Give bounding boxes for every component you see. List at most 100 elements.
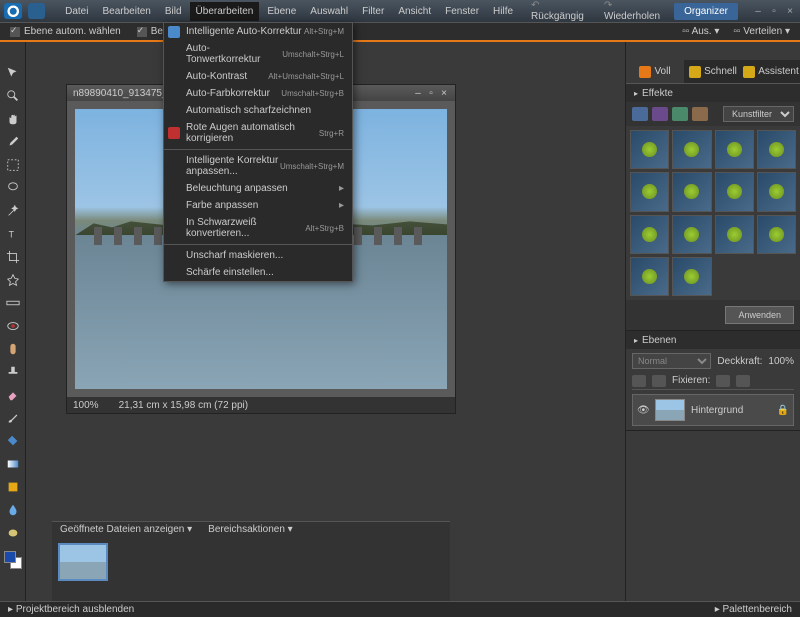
menu-item[interactable]: Rote Augen automatisch korrigierenStrg+R — [164, 119, 352, 147]
layer-mask-icon[interactable] — [652, 375, 666, 387]
close-button[interactable]: × — [784, 6, 796, 17]
palette-area-button[interactable]: ▸ Palettenbereich — [715, 604, 792, 615]
menu-ansicht[interactable]: Ansicht — [392, 2, 437, 21]
effect-thumbnail[interactable] — [672, 172, 711, 211]
effects-category-icon[interactable] — [672, 107, 688, 121]
menu-fenster[interactable]: Fenster — [439, 2, 485, 21]
maximize-button[interactable]: ▫ — [768, 6, 780, 17]
menu-item[interactable]: Automatisch scharfzeichnen — [164, 102, 352, 119]
menu-datei[interactable]: Datei — [59, 2, 94, 21]
align-dropdown[interactable]: ▫▫ Aus. ▾ — [682, 26, 719, 37]
menu-item[interactable]: Auto-KontrastAlt+Umschalt+Strg+L — [164, 68, 352, 85]
effect-thumbnail[interactable] — [757, 130, 796, 169]
effect-thumbnail[interactable] — [672, 130, 711, 169]
new-layer-icon[interactable] — [632, 375, 646, 387]
bin-thumbnail[interactable] — [58, 543, 108, 581]
effect-thumbnail[interactable] — [630, 172, 669, 211]
shape-tool-icon[interactable] — [4, 478, 22, 496]
wand-tool-icon[interactable] — [4, 202, 22, 220]
effect-thumbnail[interactable] — [715, 172, 754, 211]
hide-bin-button[interactable]: ▸ Projektbereich ausblenden — [8, 604, 134, 615]
layer-thumbnail[interactable] — [655, 399, 685, 421]
distribute-dropdown[interactable]: ▫▫ Verteilen ▾ — [733, 26, 790, 37]
layer-name[interactable]: Hintergrund — [691, 405, 743, 416]
effects-filter-select[interactable]: Kunstfilter — [723, 106, 794, 122]
marquee-tool-icon[interactable] — [4, 156, 22, 174]
menu-item[interactable]: Beleuchtung anpassen▸ — [164, 180, 352, 197]
type-tool-icon[interactable]: T — [4, 225, 22, 243]
zoom-level[interactable]: 100% — [73, 400, 99, 411]
menu-auswahl[interactable]: Auswahl — [304, 2, 354, 21]
effects-category-icon[interactable] — [692, 107, 708, 121]
effects-category-icon[interactable] — [652, 107, 668, 121]
brush-tool-icon[interactable] — [4, 409, 22, 427]
effect-thumbnail[interactable] — [630, 215, 669, 254]
effect-thumbnail[interactable] — [757, 215, 796, 254]
menu-item[interactable]: Auto-TonwertkorrekturUmschalt+Strg+L — [164, 40, 352, 68]
doc-minimize-icon[interactable]: – — [413, 88, 423, 99]
menu-item[interactable]: Intelligente Auto-KorrekturAlt+Strg+M — [164, 23, 352, 40]
blend-mode-select[interactable]: Normal — [632, 353, 711, 369]
hand-tool-icon[interactable] — [4, 110, 22, 128]
menu-überarbeiten[interactable]: Überarbeiten — [190, 2, 260, 21]
menu-filter[interactable]: Filter — [356, 2, 390, 21]
redeye-tool-icon[interactable] — [4, 317, 22, 335]
effect-thumbnail[interactable] — [672, 257, 711, 296]
layers-panel-header[interactable]: ▸Ebenen — [626, 331, 800, 349]
menu-item[interactable]: Intelligente Korrektur anpassen...Umscha… — [164, 152, 352, 180]
effect-thumbnail[interactable] — [715, 215, 754, 254]
sponge-tool-icon[interactable] — [4, 524, 22, 542]
move-tool-icon[interactable] — [4, 64, 22, 82]
menu-ebene[interactable]: Ebene — [261, 2, 302, 21]
menu-item[interactable]: In Schwarzweiß konvertieren...Alt+Strg+B — [164, 214, 352, 242]
zoom-tool-icon[interactable] — [4, 87, 22, 105]
straighten-tool-icon[interactable] — [4, 294, 22, 312]
eyedropper-tool-icon[interactable] — [4, 133, 22, 151]
bin-actions-dropdown[interactable]: Bereichsaktionen ▾ — [208, 524, 293, 535]
foreground-color[interactable] — [4, 551, 16, 563]
cookie-cutter-tool-icon[interactable] — [4, 271, 22, 289]
effect-thumbnail[interactable] — [715, 130, 754, 169]
doc-maximize-icon[interactable]: ▫ — [426, 88, 436, 99]
app-logo-icon[interactable] — [4, 3, 22, 19]
effect-thumbnail[interactable] — [672, 215, 711, 254]
bucket-tool-icon[interactable] — [4, 432, 22, 450]
menu-item[interactable]: Auto-FarbkorrekturUmschalt+Strg+B — [164, 85, 352, 102]
menu-item[interactable]: Farbe anpassen▸ — [164, 197, 352, 214]
stamp-tool-icon[interactable] — [4, 363, 22, 381]
menu-hilfe[interactable]: Hilfe — [487, 2, 519, 21]
menu-item[interactable]: Unscharf maskieren... — [164, 247, 352, 264]
layer-row[interactable]: 👁 Hintergrund 🔒 — [632, 394, 794, 426]
healing-tool-icon[interactable] — [4, 340, 22, 358]
apply-button[interactable]: Anwenden — [725, 306, 794, 324]
effect-thumbnail[interactable] — [630, 130, 669, 169]
visibility-icon[interactable]: 👁 — [637, 405, 649, 416]
lock-transparent-icon[interactable] — [716, 375, 730, 387]
organizer-button[interactable]: Organizer — [674, 3, 738, 20]
color-swatches[interactable] — [4, 551, 22, 569]
mode-quick[interactable]: Schnell — [684, 60, 742, 83]
mode-full[interactable]: Voll — [626, 60, 684, 83]
menu-item[interactable]: Schärfe einstellen... — [164, 264, 352, 281]
effect-thumbnail[interactable] — [630, 257, 669, 296]
doc-close-icon[interactable]: × — [439, 88, 449, 99]
menu-bearbeiten[interactable]: Bearbeiten — [96, 2, 156, 21]
lasso-tool-icon[interactable] — [4, 179, 22, 197]
home-icon[interactable] — [28, 3, 45, 19]
mode-guided[interactable]: Assistent — [742, 60, 800, 83]
blur-tool-icon[interactable] — [4, 501, 22, 519]
crop-tool-icon[interactable] — [4, 248, 22, 266]
gradient-tool-icon[interactable] — [4, 455, 22, 473]
bin-show-dropdown[interactable]: Geöffnete Dateien anzeigen ▾ — [60, 524, 192, 535]
undo-button[interactable]: ↶ Rückgängig — [525, 0, 590, 24]
effect-thumbnail[interactable] — [757, 172, 796, 211]
opacity-value[interactable]: 100% — [768, 356, 794, 367]
lock-all-icon[interactable] — [736, 375, 750, 387]
effects-panel-header[interactable]: ▸Effekte — [626, 84, 800, 102]
eraser-tool-icon[interactable] — [4, 386, 22, 404]
menu-bild[interactable]: Bild — [159, 2, 188, 21]
effects-category-icon[interactable] — [632, 107, 648, 121]
auto-select-checkbox[interactable]: Ebene autom. wählen — [10, 26, 121, 37]
redo-button[interactable]: ↷ Wiederholen — [598, 0, 666, 24]
minimize-button[interactable]: – — [752, 6, 764, 17]
